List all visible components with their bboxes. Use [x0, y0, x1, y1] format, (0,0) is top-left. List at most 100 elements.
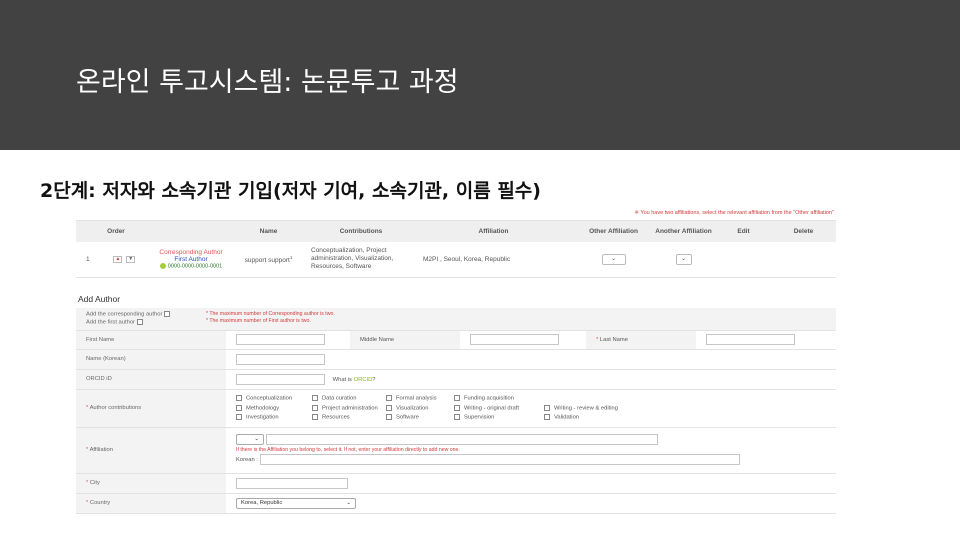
col-name: Name	[226, 220, 311, 242]
contribution-checkbox[interactable]	[312, 395, 318, 402]
orcid-link[interactable]: ORCID	[354, 377, 373, 383]
author-table: Order Name Contributions Affiliation Oth…	[76, 220, 836, 278]
affiliation-select[interactable]: ⌄	[236, 434, 264, 446]
orcid-label: ORCID iD	[76, 369, 226, 390]
author-role-row: Add the corresponding author Add the fir…	[76, 308, 836, 331]
contribution-label: Formal analysis	[396, 395, 437, 402]
country-select[interactable]: Korea, Republic ⌄	[236, 497, 356, 509]
middle-name-input[interactable]	[470, 334, 559, 345]
slide-title: 온라인 투고시스템: 논문투고 과정	[76, 67, 459, 98]
first-name-label: First Name	[76, 330, 226, 350]
contribution-checkbox[interactable]	[386, 395, 392, 402]
affiliation-input[interactable]	[265, 434, 658, 446]
korean-name-input[interactable]	[236, 353, 325, 365]
affiliation-cell: M2PI , Seoul, Korea, Republic	[411, 241, 576, 278]
contributions-cell: Conceptualization, Project administratio…	[311, 241, 411, 278]
contribution-checkbox[interactable]	[454, 404, 460, 411]
contribution-checkbox[interactable]	[386, 404, 392, 411]
role-cell: Corresponding Author First Author 0000-0…	[156, 241, 226, 278]
required-star: *	[86, 500, 89, 506]
contribution-option: Visualization	[386, 404, 454, 412]
required-star: *	[86, 447, 89, 453]
author-name-sup: 1	[289, 254, 293, 260]
contribution-label: Methodology	[246, 405, 280, 412]
korean-affiliation-input[interactable]	[259, 453, 740, 465]
another-affiliation-select[interactable]: ⌄	[675, 253, 692, 265]
col-order: Order	[76, 220, 156, 242]
middle-name-cell	[460, 330, 586, 350]
add-author-title: Add Author	[78, 294, 121, 304]
contribution-checkbox[interactable]	[454, 414, 460, 421]
submission-screenshot: ※ You have two affiliations, select the …	[76, 210, 836, 540]
contributions-label-cell: * Author contributions	[76, 389, 226, 428]
delete-cell	[771, 241, 836, 278]
contribution-checkbox-grid: Conceptualization Data curation Formal ana…	[236, 395, 826, 421]
city-label: City	[89, 480, 100, 486]
korean-name-row: Name (Korean)	[76, 349, 836, 370]
contribution-option: Conceptualization	[236, 395, 312, 402]
add-corresponding-checkbox[interactable]	[164, 311, 171, 318]
first-author-label: First Author	[174, 255, 208, 263]
another-affiliation-cell: ⌄	[651, 241, 716, 278]
contribution-checkbox[interactable]	[312, 414, 318, 421]
add-first-label: Add the first author	[86, 319, 135, 326]
first-name-input[interactable]	[236, 334, 325, 345]
orcid-icon	[159, 262, 166, 269]
contribution-label: Resources	[322, 414, 350, 421]
contribution-checkbox[interactable]	[454, 395, 460, 402]
affiliation-label-cell: * Affiliation	[76, 427, 226, 474]
contribution-checkbox[interactable]	[544, 414, 550, 421]
order-cell: 1 ▲ ▼	[76, 241, 156, 278]
add-author-form: Add the corresponding author Add the fir…	[76, 308, 836, 514]
move-down-button[interactable]: ▼	[126, 255, 136, 263]
contribution-option: Investigation	[236, 414, 312, 421]
move-up-button[interactable]: ▲	[113, 255, 123, 263]
first-max-note: * The maximum number of First author is …	[206, 318, 311, 325]
contribution-label: Data curation	[322, 395, 357, 402]
country-cell: Korea, Republic ⌄	[226, 493, 836, 514]
country-label: Country	[89, 500, 111, 506]
first-name-cell	[226, 330, 350, 350]
contribution-checkbox[interactable]	[544, 404, 550, 411]
contribution-label: Project administration	[322, 405, 378, 412]
city-row: * City	[76, 473, 836, 494]
step-subtitle: 2단계: 저자와 소속기관 기입(저자 기여, 소속기관, 이름 필수)	[40, 180, 541, 202]
contribution-option: Project administration	[312, 404, 386, 412]
affiliation-cell: ⌄ If there is the Affiliation you belong…	[226, 427, 836, 474]
contribution-checkbox[interactable]	[236, 395, 242, 402]
other-affiliation-select[interactable]: ⌄	[601, 253, 626, 265]
col-other-affiliation: Other Affiliation	[576, 220, 651, 242]
contribution-checkbox[interactable]	[386, 414, 392, 421]
contribution-option: Writing - review & editing	[544, 404, 644, 411]
contribution-checkbox[interactable]	[236, 414, 242, 421]
contribution-label: Validation	[554, 414, 580, 421]
orcid-badge[interactable]: 0000-0000-0000-0001	[156, 262, 226, 270]
country-value: Korea, Republic	[241, 499, 283, 506]
add-first-checkbox[interactable]	[136, 318, 143, 325]
contribution-label: Writing - original draft	[464, 405, 519, 412]
last-name-cell	[696, 330, 836, 350]
chevron-down-icon: ⌄	[346, 499, 351, 506]
affiliation-top-note: ※ You have two affiliations, select the …	[634, 210, 834, 216]
table-row: 1 ▲ ▼ Corresponding Author First Author …	[76, 241, 836, 278]
korean-name-label: Name (Korean)	[76, 349, 226, 370]
required-star: *	[86, 480, 89, 486]
last-name-input[interactable]	[706, 334, 795, 345]
contribution-option: Formal analysis	[386, 395, 454, 402]
city-input[interactable]	[236, 477, 348, 489]
orcid-input[interactable]	[236, 373, 325, 385]
contributions-row: * Author contributions Conceptualization…	[76, 389, 836, 428]
contribution-checkbox[interactable]	[236, 404, 242, 411]
korean-affiliation-label: Korean :	[236, 456, 258, 463]
last-name-label: Last Name	[599, 336, 628, 343]
add-corresponding-label: Add the corresponding author	[86, 311, 163, 318]
contribution-option: Software	[386, 414, 454, 421]
col-contributions: Contributions	[311, 220, 411, 242]
contribution-empty-slot	[544, 395, 644, 402]
contribution-checkbox[interactable]	[312, 404, 318, 411]
col-delete: Delete	[771, 220, 836, 242]
chevron-down-icon: ⌄	[254, 436, 259, 443]
orcid-number: 0000-0000-0000-0001	[167, 262, 223, 269]
country-label-cell: * Country	[76, 493, 226, 514]
contribution-label: Visualization	[396, 405, 429, 412]
